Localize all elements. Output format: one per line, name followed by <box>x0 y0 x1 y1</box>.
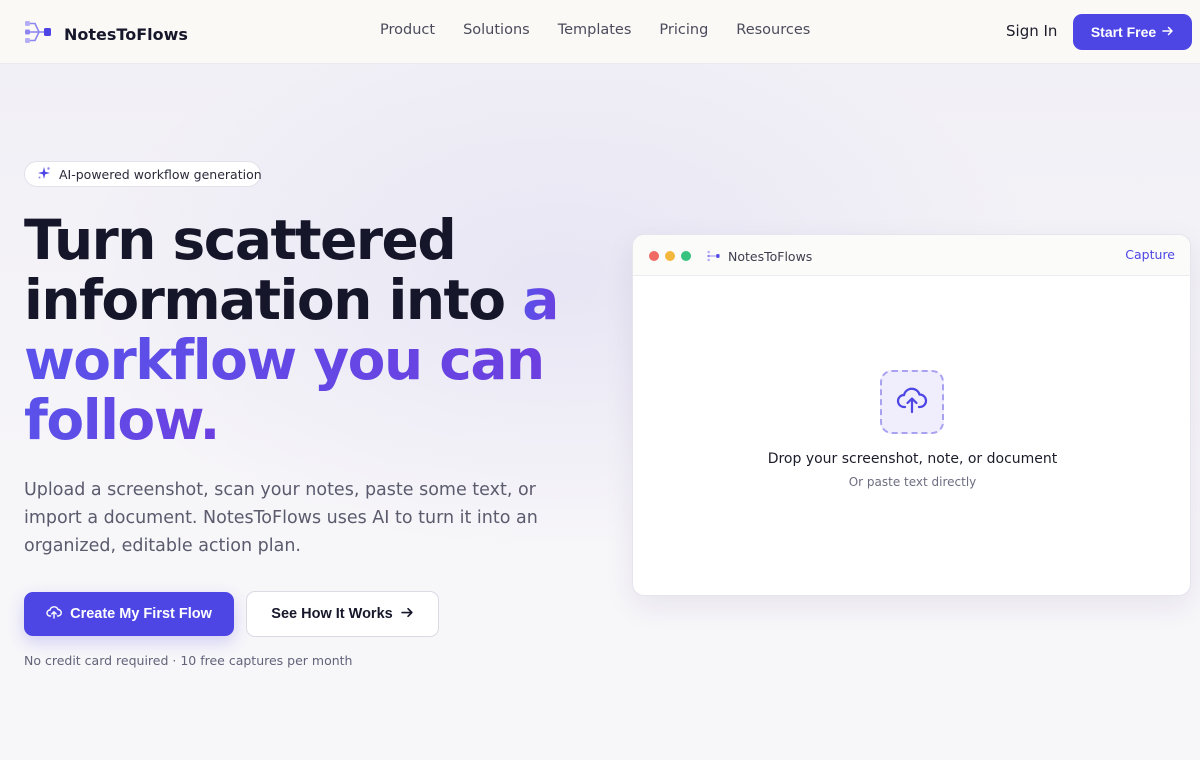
cloud-upload-icon <box>896 385 928 419</box>
window-minimize-dot <box>665 251 675 261</box>
brand-name: NotesToFlows <box>64 24 188 44</box>
headline-line-4: follow. <box>24 388 220 452</box>
top-navbar: NotesToFlows Product Solutions Templates… <box>0 0 1200 64</box>
flow-logo-icon <box>707 247 720 266</box>
ai-badge: AI-powered workflow generation <box>24 161 262 187</box>
brand-logo[interactable]: NotesToFlows <box>24 19 188 49</box>
create-first-flow-button[interactable]: Create My First Flow <box>24 592 234 636</box>
hero-subtext: Upload a screenshot, scan your notes, pa… <box>24 480 538 556</box>
window-title: NotesToFlows <box>728 249 813 264</box>
nav-links: Product Solutions Templates Pricing Reso… <box>380 22 810 38</box>
fine-print: No credit card required · 10 free captur… <box>24 653 353 668</box>
cloud-upload-icon <box>46 604 62 624</box>
see-how-it-works-label: See How It Works <box>271 606 393 622</box>
sign-in-link[interactable]: Sign In <box>1006 22 1057 40</box>
headline-accent-a: a <box>522 268 559 332</box>
headline-line-3: workflow you can <box>24 328 545 392</box>
dropzone-subtitle: Or paste text directly <box>848 475 977 489</box>
capture-link[interactable]: Capture <box>1125 247 1175 262</box>
dropzone-title: Drop your screenshot, note, or document <box>767 451 1058 467</box>
hero-headline: Turn scattered information into a workfl… <box>24 210 604 450</box>
window-close-dot <box>649 251 659 261</box>
flow-logo-icon <box>24 19 52 49</box>
headline-line-1: Turn scattered <box>24 208 457 272</box>
nav-link-resources[interactable]: Resources <box>736 22 810 38</box>
upload-dropzone[interactable] <box>880 370 944 434</box>
create-first-flow-label: Create My First Flow <box>70 606 212 622</box>
arrow-right-icon <box>1162 24 1174 40</box>
window-titlebar: NotesToFlows Capture <box>633 235 1190 276</box>
badge-text: AI-powered workflow generation <box>59 166 262 182</box>
sparkle-icon <box>37 165 51 184</box>
start-free-label: Start Free <box>1090 24 1157 40</box>
arrow-right-icon <box>400 606 414 623</box>
nav-link-product[interactable]: Product <box>380 22 435 38</box>
see-how-it-works-button[interactable]: See How It Works <box>246 591 439 637</box>
window-brand: NotesToFlows <box>707 247 812 266</box>
nav-link-pricing[interactable]: Pricing <box>659 22 708 38</box>
app-preview-window: NotesToFlows Capture Drop your screensho… <box>632 234 1191 596</box>
start-free-button[interactable]: Start Free <box>1073 14 1192 50</box>
nav-link-solutions[interactable]: Solutions <box>463 22 530 38</box>
nav-link-templates[interactable]: Templates <box>558 22 632 38</box>
window-maximize-dot <box>681 251 691 261</box>
headline-line-2: information into <box>24 268 523 332</box>
